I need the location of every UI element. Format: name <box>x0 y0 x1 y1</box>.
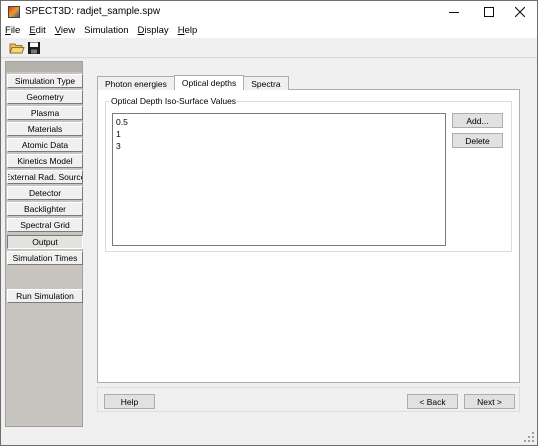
maximize-button[interactable] <box>472 1 506 23</box>
tab-optical-depths[interactable]: Optical depths <box>173 75 245 90</box>
menu-simulation[interactable]: Simulation <box>84 25 128 36</box>
open-folder-icon <box>9 43 25 54</box>
sidebar-header-strip <box>6 62 82 72</box>
sidebar-item-detector[interactable]: Detector <box>7 186 83 200</box>
sidebar-item-kinetics-model[interactable]: Kinetics Model <box>7 154 83 168</box>
back-button[interactable]: < Back <box>407 394 458 409</box>
save-disk-icon <box>28 42 40 54</box>
toolbar <box>1 38 537 58</box>
maximize-icon <box>484 7 494 17</box>
menu-display[interactable]: Display <box>138 25 169 36</box>
sidebar-item-simulation-type[interactable]: Simulation Type <box>7 74 83 88</box>
list-item[interactable]: 3 <box>116 140 442 152</box>
help-button[interactable]: Help <box>104 394 155 409</box>
sidebar-item-simulation-times[interactable]: Simulation Times <box>7 251 83 265</box>
window-title: SPECT3D: radjet_sample.spw <box>25 6 161 17</box>
menu-file[interactable]: File <box>5 25 20 36</box>
title-bar: SPECT3D: radjet_sample.spw <box>1 1 537 23</box>
app-logo-icon <box>8 6 20 18</box>
sidebar-item-plasma[interactable]: Plasma <box>7 106 83 120</box>
app-window: SPECT3D: radjet_sample.spw File Edit Vie… <box>0 0 538 446</box>
menu-edit[interactable]: Edit <box>29 25 45 36</box>
iso-surface-values-list[interactable]: 0.5 1 3 <box>112 113 446 246</box>
resize-grip-icon[interactable] <box>523 431 535 443</box>
open-button[interactable] <box>9 41 25 55</box>
sidebar-item-materials[interactable]: Materials <box>7 122 83 136</box>
minimize-icon <box>449 11 459 13</box>
sidebar-item-backlighter[interactable]: Backlighter <box>7 202 83 216</box>
minimize-button[interactable] <box>437 1 471 23</box>
sidebar-item-spectral-grid[interactable]: Spectral Grid <box>7 218 83 232</box>
tab-photon-energies[interactable]: Photon energies <box>97 76 175 90</box>
next-button[interactable]: Next > <box>464 394 515 409</box>
list-item[interactable]: 0.5 <box>116 116 442 128</box>
sidebar-item-atomic-data[interactable]: Atomic Data <box>7 138 83 152</box>
list-item[interactable]: 1 <box>116 128 442 140</box>
close-icon <box>515 7 525 17</box>
group-title: Optical Depth Iso-Surface Values <box>110 96 238 106</box>
menu-view[interactable]: View <box>55 25 75 36</box>
sidebar-item-output[interactable]: Output <box>7 235 83 249</box>
run-simulation-button[interactable]: Run Simulation <box>7 289 83 303</box>
tab-spectra[interactable]: Spectra <box>243 76 289 90</box>
menu-bar: File Edit View Simulation Display Help <box>1 23 537 38</box>
sidebar-item-external-rad-source[interactable]: External Rad. Source <box>7 170 83 184</box>
close-button[interactable] <box>503 1 537 23</box>
sidebar-item-geometry[interactable]: Geometry <box>7 90 83 104</box>
add-button[interactable]: Add... <box>452 113 503 128</box>
delete-button[interactable]: Delete <box>452 133 503 148</box>
navigation-sidebar: Simulation Type Geometry Plasma Material… <box>5 61 83 427</box>
menu-help[interactable]: Help <box>178 25 198 36</box>
save-button[interactable] <box>27 41 43 55</box>
tab-strip: Photon energies Optical depths Spectra <box>97 75 289 90</box>
